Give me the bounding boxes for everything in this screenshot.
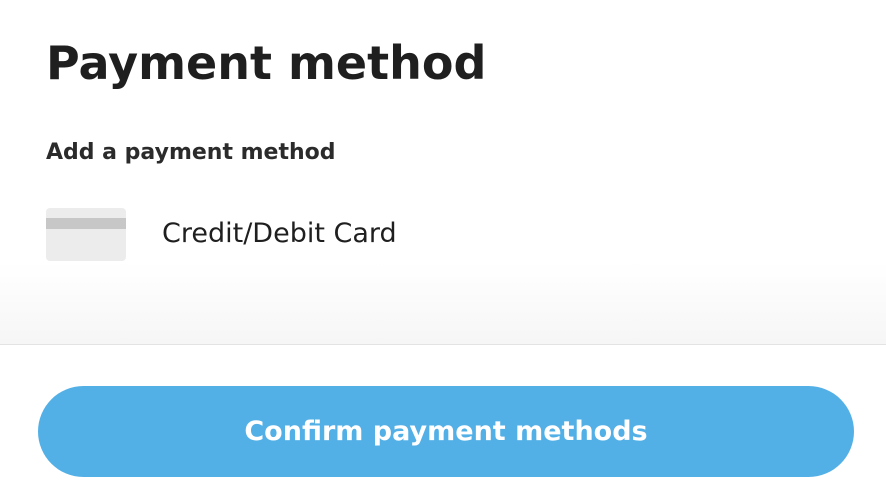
page-title: Payment method [46,36,487,90]
section-label: Add a payment method [46,140,336,165]
card-stripe [46,218,126,229]
payment-option-label: Credit/Debit Card [162,218,397,249]
confirm-payment-methods-button[interactable]: Confirm payment methods [38,386,854,477]
credit-card-icon [46,208,126,261]
footer: Confirm payment methods [0,344,886,496]
payment-content: Payment method Add a payment method Cred… [0,0,886,344]
payment-method-page: Payment method Add a payment method Cred… [0,0,886,496]
payment-option-credit-debit-card[interactable]: Credit/Debit Card [46,208,840,262]
